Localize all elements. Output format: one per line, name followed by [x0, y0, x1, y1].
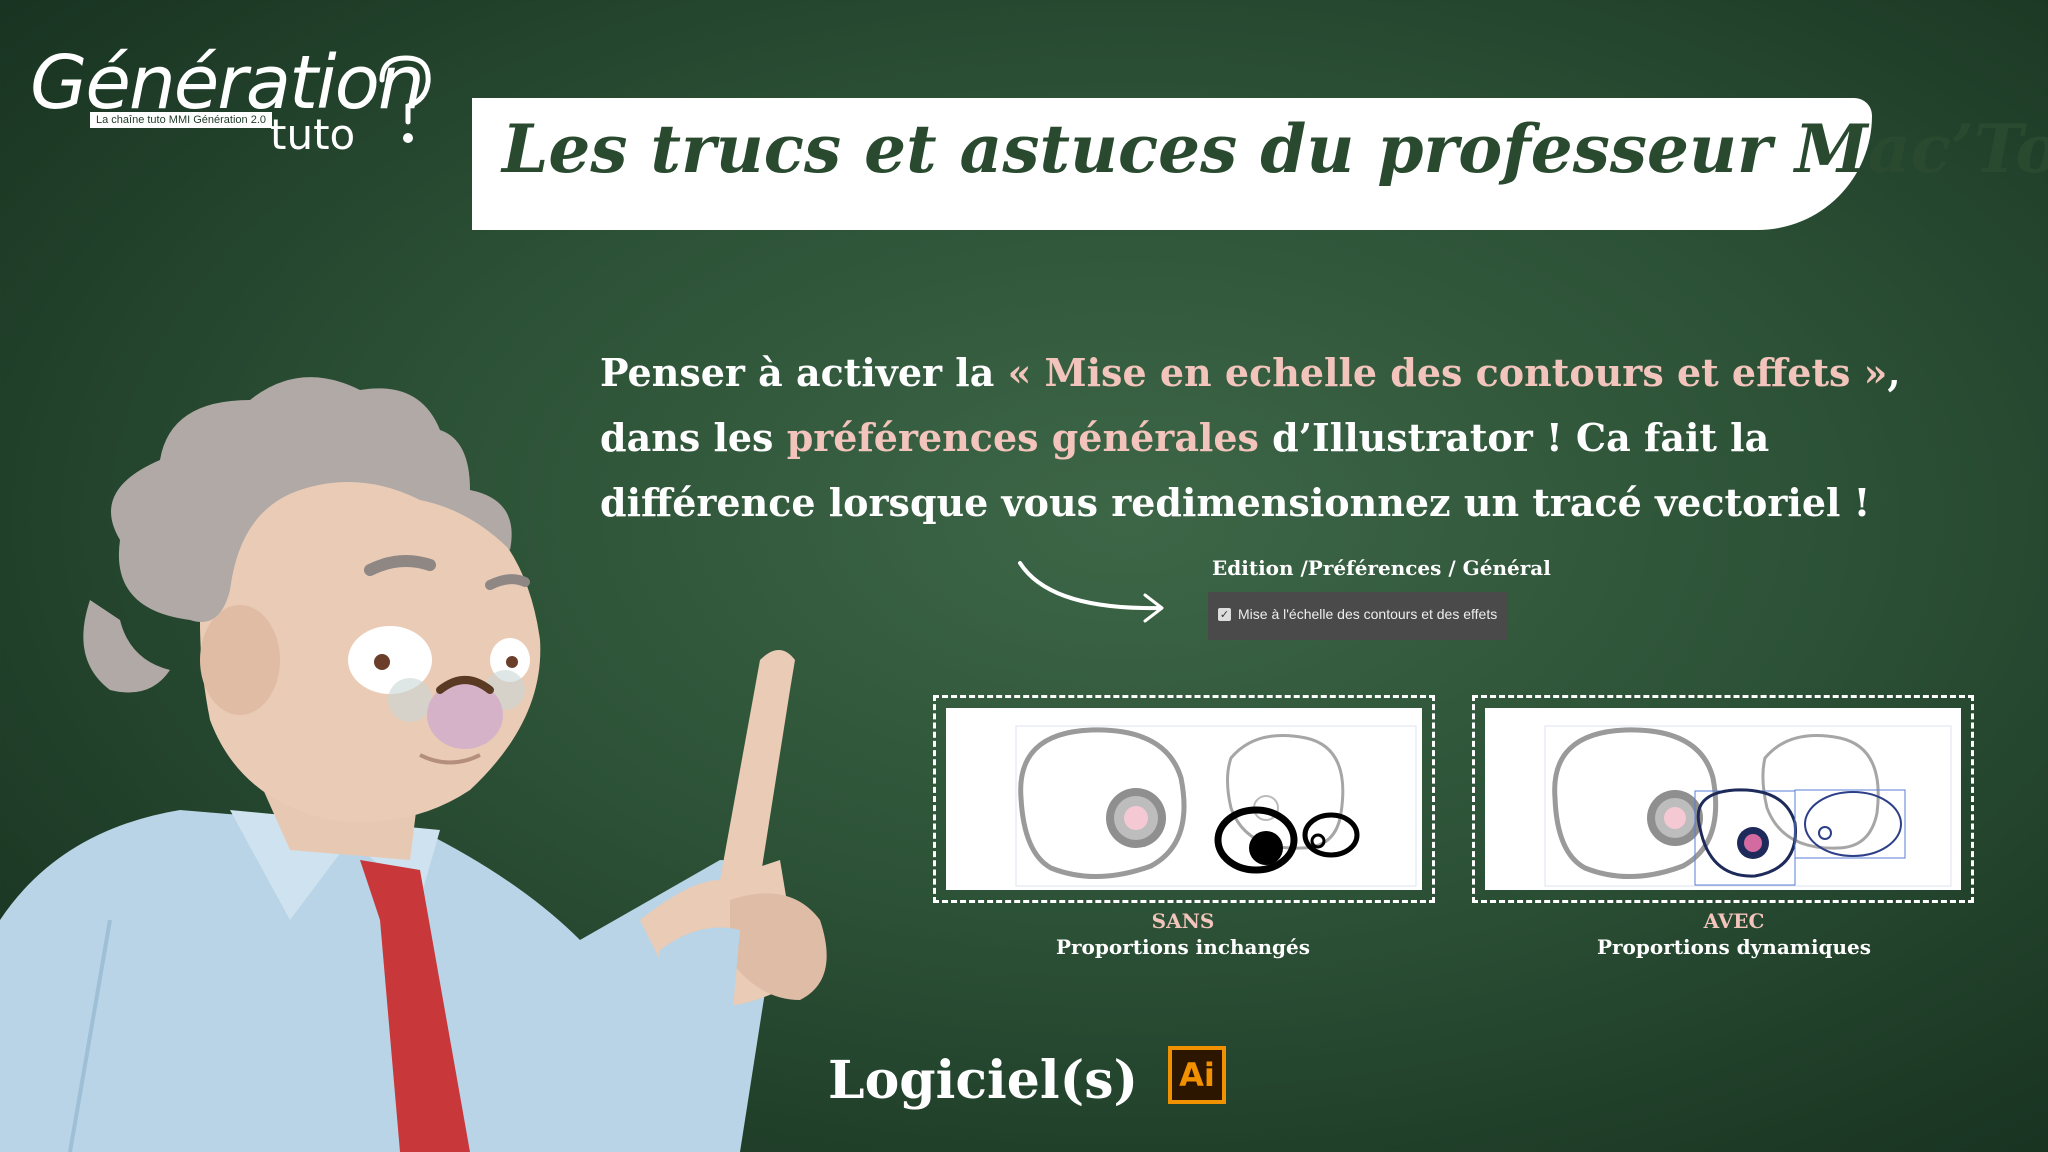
- caption-sans: SANS Proportions inchangés: [933, 908, 1433, 960]
- caption-sans-subtitle: Proportions inchangés: [1055, 935, 1311, 959]
- software-label: Logiciel(s): [828, 1050, 1139, 1111]
- comparison-image-sans: [946, 708, 1422, 890]
- scaling-checkbox-label: Mise à l'échelle des contours et des eff…: [1238, 606, 1498, 622]
- illustrator-icon: Ai: [1168, 1046, 1226, 1104]
- preferences-path: Edition /Préférences / Général: [1212, 556, 1551, 580]
- logo-tagline: La chaîne tuto MMI Génération 2.0: [90, 112, 272, 128]
- curved-arrow-icon: [1018, 561, 1164, 623]
- tip-text-part: ,: [1887, 350, 1901, 395]
- tip-highlight-scaling: « Mise en echelle des contours et effets…: [1007, 350, 1888, 395]
- tip-text-part: d’Illustrator ! Ca fait la: [1258, 415, 1770, 460]
- caption-sans-title: SANS: [1151, 909, 1215, 933]
- logo-line2: tuto: [270, 110, 356, 159]
- professor-mactosh-illustration: [0, 377, 827, 1152]
- comparison-image-avec: [1485, 708, 1961, 890]
- banner-title: Les trucs et astuces du professeur Mac’T…: [502, 110, 2048, 188]
- comparison-frame-sans: [933, 695, 1435, 903]
- caption-avec-subtitle: Proportions dynamiques: [1596, 935, 1872, 959]
- generation-tuto-logo: Génération La chaîne tuto MMI Génération…: [30, 40, 440, 159]
- scaling-checkbox[interactable]: ✓: [1218, 608, 1231, 621]
- preferences-checkbox-panel: ✓ Mise à l'échelle des contours et des e…: [1208, 592, 1508, 640]
- caption-avec: AVEC Proportions dynamiques: [1484, 908, 1984, 960]
- question-mark-icon: [379, 55, 431, 143]
- title-banner: Les trucs et astuces du professeur Mac’T…: [472, 98, 2048, 230]
- comparison-frame-avec: [1472, 695, 1974, 903]
- caption-avec-title: AVEC: [1703, 909, 1765, 933]
